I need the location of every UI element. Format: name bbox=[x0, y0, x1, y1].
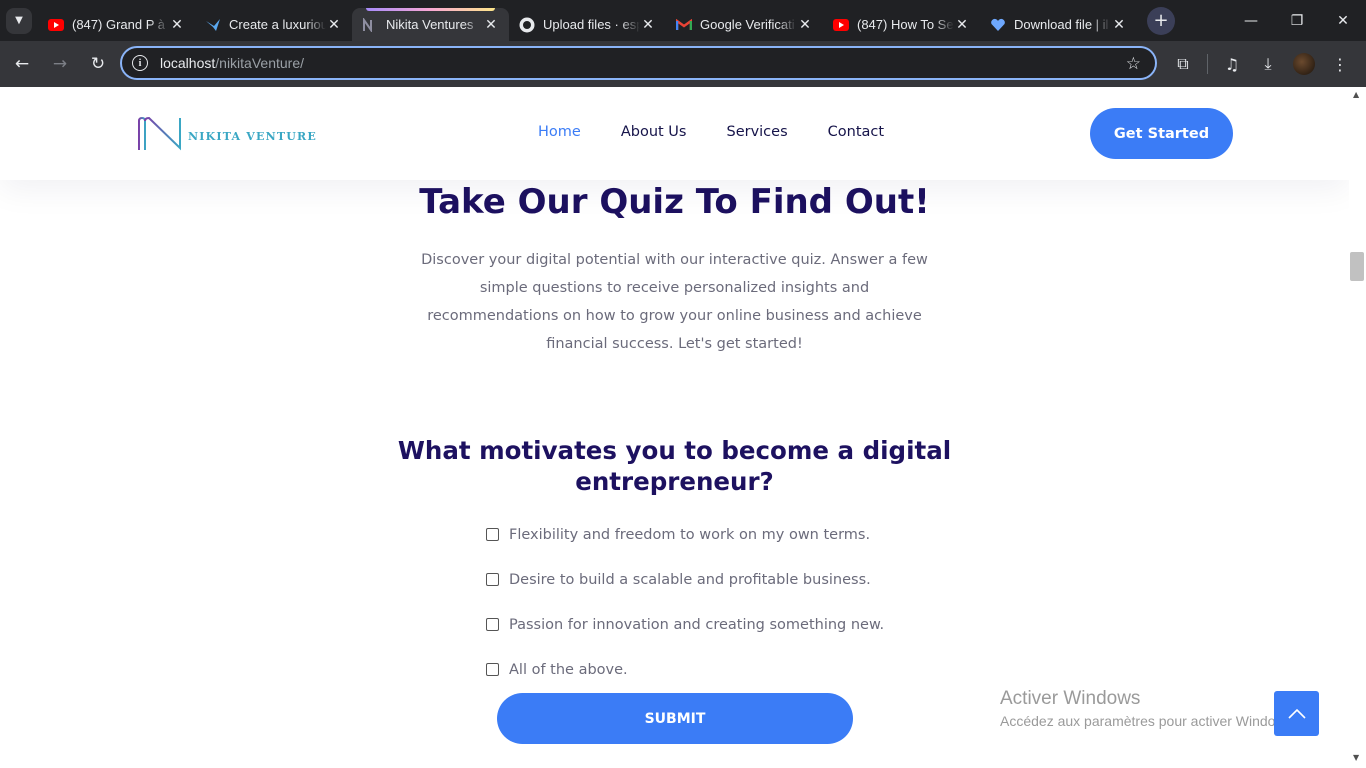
bird-icon bbox=[205, 17, 221, 33]
quiz-title: Take Our Quiz To Find Out! bbox=[419, 182, 930, 222]
url-host: localhost bbox=[160, 55, 216, 71]
page-viewport: NIKITA VENTURE Home About Us Services Co… bbox=[0, 87, 1349, 768]
browser-tab[interactable]: Download file | il ✕ bbox=[980, 8, 1137, 41]
window-close-icon[interactable]: ✕ bbox=[1320, 0, 1366, 41]
answer-options: Flexibility and freedom to work on my ow… bbox=[486, 515, 884, 695]
scrollbar-thumb[interactable] bbox=[1350, 252, 1364, 281]
tab-title: Google Verificati bbox=[700, 17, 795, 32]
media-control-icon[interactable]: ♫ bbox=[1214, 46, 1250, 82]
close-icon[interactable]: ✕ bbox=[640, 16, 656, 33]
logo-mark-icon bbox=[138, 116, 181, 151]
nikita-icon bbox=[362, 17, 378, 33]
nav-home[interactable]: Home bbox=[538, 124, 581, 140]
profile-avatar[interactable] bbox=[1293, 53, 1315, 75]
watermark-line-1: Activer Windows bbox=[1000, 688, 1141, 709]
heart-icon bbox=[990, 17, 1006, 33]
address-bar[interactable]: i localhost/nikitaVenture/ ☆ bbox=[120, 46, 1157, 80]
answer-label[interactable]: Passion for innovation and creating some… bbox=[509, 617, 884, 633]
scroll-down-arrow-icon[interactable]: ▼ bbox=[1353, 753, 1359, 762]
tab-title: Download file | il bbox=[1014, 17, 1109, 32]
close-icon[interactable]: ✕ bbox=[797, 16, 813, 33]
forward-icon[interactable]: → bbox=[43, 47, 77, 81]
answer-checkbox[interactable] bbox=[486, 528, 499, 541]
close-icon[interactable]: ✕ bbox=[483, 16, 499, 33]
tab-active-indicator bbox=[366, 8, 495, 11]
answer-option[interactable]: All of the above. bbox=[486, 650, 884, 695]
tab-title: Upload files · esp bbox=[543, 17, 640, 32]
download-icon[interactable]: ⤓ bbox=[1250, 46, 1286, 82]
browser-tab[interactable]: Upload files · esp ✕ bbox=[509, 8, 666, 41]
nav-about-us[interactable]: About Us bbox=[621, 124, 687, 140]
close-icon[interactable]: ✕ bbox=[954, 16, 970, 33]
browser-tab-active[interactable]: Nikita Ventures ✕ bbox=[352, 8, 509, 41]
url-path: /nikitaVenture/ bbox=[215, 55, 304, 71]
nav-contact[interactable]: Contact bbox=[828, 124, 884, 140]
browser-toolbar: ← → ↻ i localhost/nikitaVenture/ ☆ bbox=[0, 41, 1366, 87]
logo-text: NIKITA VENTURE bbox=[188, 129, 317, 143]
tab-title: Create a luxurious bbox=[229, 17, 326, 32]
tab-title: (847) How To Se bbox=[857, 17, 954, 32]
scroll-to-top-button[interactable] bbox=[1274, 691, 1319, 736]
youtube-icon bbox=[48, 17, 64, 33]
close-icon[interactable]: ✕ bbox=[1111, 16, 1127, 33]
minimize-icon[interactable]: — bbox=[1228, 0, 1274, 41]
reload-icon[interactable]: ↻ bbox=[81, 47, 115, 81]
browser-tab[interactable]: (847) Grand P à e ✕ bbox=[38, 8, 195, 41]
watermark-line-2: Accédez aux paramètres pour activer Wind… bbox=[1000, 713, 1297, 729]
answer-checkbox[interactable] bbox=[486, 663, 499, 676]
site-info-icon[interactable]: i bbox=[132, 55, 148, 71]
submit-button[interactable]: SUBMIT bbox=[497, 693, 853, 744]
window-controls: — ❐ ✕ bbox=[1228, 0, 1366, 41]
answer-label[interactable]: Desire to build a scalable and profitabl… bbox=[509, 572, 871, 588]
browser-tab[interactable]: Google Verificati ✕ bbox=[666, 8, 823, 41]
youtube-icon bbox=[833, 17, 849, 33]
windows-activation-watermark: Activer Windows Accédez aux paramètres p… bbox=[1000, 688, 1296, 729]
menu-kebab-icon[interactable]: ⋮ bbox=[1322, 46, 1358, 82]
github-icon bbox=[519, 17, 535, 33]
answer-label[interactable]: All of the above. bbox=[509, 662, 628, 678]
scroll-up-arrow-icon[interactable]: ▲ bbox=[1353, 90, 1359, 99]
answer-option[interactable]: Flexibility and freedom to work on my ow… bbox=[486, 515, 884, 560]
close-icon[interactable]: ✕ bbox=[326, 16, 342, 33]
toolbar-separator bbox=[1207, 54, 1208, 74]
tab-strip: ▼ (847) Grand P à e ✕ Create a luxurious… bbox=[0, 0, 1366, 41]
main-nav: Home About Us Services Contact bbox=[538, 124, 924, 140]
page-scrollbar[interactable]: ▲ ▼ bbox=[1349, 87, 1366, 768]
restore-icon[interactable]: ❐ bbox=[1274, 0, 1320, 41]
browser-tab[interactable]: (847) How To Se ✕ bbox=[823, 8, 980, 41]
plus-icon: + bbox=[1153, 10, 1169, 31]
answer-option[interactable]: Desire to build a scalable and profitabl… bbox=[486, 560, 884, 605]
site-logo[interactable]: NIKITA VENTURE bbox=[136, 116, 317, 152]
back-icon[interactable]: ← bbox=[5, 47, 39, 81]
bookmark-star-icon[interactable]: ☆ bbox=[1126, 54, 1141, 74]
quiz-description: Discover your digital potential with our… bbox=[421, 252, 928, 352]
get-started-button[interactable]: Get Started bbox=[1090, 108, 1233, 159]
toolbar-actions: ⧉ ♫ ⤓ ⋮ bbox=[1165, 41, 1358, 87]
new-tab-button[interactable]: + bbox=[1147, 6, 1175, 35]
tab-title: Nikita Ventures bbox=[386, 17, 474, 32]
site-header: NIKITA VENTURE Home About Us Services Co… bbox=[0, 87, 1349, 180]
tab-list: (847) Grand P à e ✕ Create a luxurious ✕… bbox=[38, 0, 1137, 41]
browser-tab[interactable]: Create a luxurious ✕ bbox=[195, 8, 352, 41]
chevron-up-icon bbox=[1287, 708, 1306, 719]
answer-checkbox[interactable] bbox=[486, 618, 499, 631]
nav-services[interactable]: Services bbox=[726, 124, 787, 140]
gmail-icon bbox=[676, 17, 692, 33]
answer-option[interactable]: Passion for innovation and creating some… bbox=[486, 605, 884, 650]
quiz-question: What motivates you to become a digital e… bbox=[397, 436, 952, 496]
answer-checkbox[interactable] bbox=[486, 573, 499, 586]
chevron-down-icon: ▼ bbox=[15, 15, 23, 26]
url-text: localhost/nikitaVenture/ bbox=[160, 55, 304, 71]
tab-search-button[interactable]: ▼ bbox=[6, 7, 32, 34]
tab-title: (847) Grand P à e bbox=[72, 17, 169, 32]
answer-label[interactable]: Flexibility and freedom to work on my ow… bbox=[509, 527, 870, 543]
extensions-icon[interactable]: ⧉ bbox=[1165, 46, 1201, 82]
close-icon[interactable]: ✕ bbox=[169, 16, 185, 33]
